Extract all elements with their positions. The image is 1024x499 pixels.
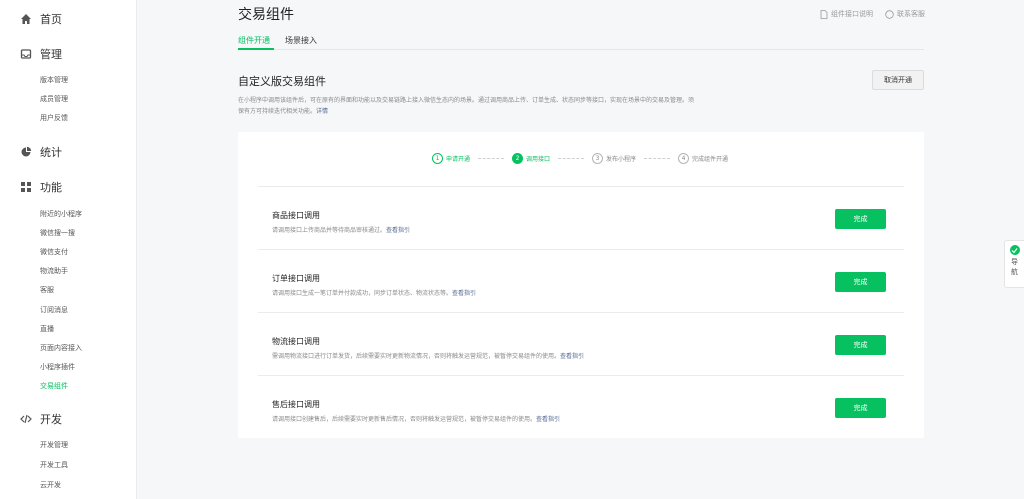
nav-dev-label: 开发 [40,413,62,426]
row-description-text: 请调用接口生成一笔订单并付款成功，同步订单状态、物流状态等。 [272,290,453,297]
section-description: 在小程序中调用该组件后，可在原有的界面和功能以及交易链路上接入微信生态内的场景。… [238,95,818,117]
nav-features-label: 功能 [40,181,62,194]
sidebar-item-content[interactable]: 页面内容接入 [40,343,82,353]
floating-nav-label: 导航 [1011,258,1018,276]
sidebar-item-logistics[interactable]: 物流助手 [40,266,68,276]
row-title: 售后接口调用 [272,400,320,409]
doc-link-label: 组件接口说明 [831,10,873,18]
complete-button[interactable]: 完成 [835,398,886,418]
nav-stats[interactable]: 统计 [20,143,62,161]
step-connector [558,157,585,159]
step-4-label: 完成组件开通 [692,155,729,163]
sidebar-item-members[interactable]: 成员管理 [40,94,68,104]
step-4-number: 4 [678,152,690,164]
row-title: 商品接口调用 [272,211,320,220]
step-2-number: 2 [512,152,524,164]
complete-button[interactable]: 完成 [835,272,886,292]
code-icon [20,413,32,425]
home-icon [20,13,32,25]
floating-nav[interactable]: 导航 [1004,240,1024,288]
sidebar-item-service[interactable]: 客服 [40,285,54,295]
step-connector [644,157,671,159]
doc-link[interactable]: 组件接口说明 [820,9,873,19]
task-row-product: 商品接口调用 请调用接口上传商品并等待商品审核通过。查看指引 完成 [258,186,904,249]
document-icon [820,9,828,19]
row-description-text: 需调用物流接口进行订单发货，后续需要实时更新物流情况，否则将触发运营规范，被暂停… [272,353,561,360]
grid-icon [20,181,32,193]
section-title: 自定义版交易组件 [238,75,326,88]
sidebar-item-search[interactable]: 微信搜一搜 [40,228,75,238]
nav-features[interactable]: 功能 [20,178,62,196]
sidebar-item-version[interactable]: 版本管理 [40,75,68,85]
description-text: 在小程序中调用该组件后，可在原有的界面和功能以及交易链路上接入微信生态内的场景。… [238,97,695,104]
inbox-icon [20,48,32,60]
row-description: 请调用接口创建售后，后续需要实时更新售后情况，否则将触发运营规范，被暂停交易组件… [272,414,560,423]
step-2: 2 调用接口 [512,152,551,164]
step-connector [478,157,505,159]
nav-home[interactable]: 首页 [20,10,62,28]
step-1-number: 1 [432,152,443,164]
steps-card: 1 申请开通 2 调用接口 3 发布小程序 4 完成组件开通 商品接口调用 请调… [238,132,924,438]
main-content: 交易组件 组件接口说明 联系客服 组件开通 场景接入 自定义版交易组件 取消开通… [137,0,1024,499]
sidebar-item-dev-manage[interactable]: 开发管理 [40,440,68,450]
complete-button[interactable]: 完成 [835,209,886,229]
task-row-order: 订单接口调用 请调用接口生成一笔订单并付款成功，同步订单状态、物流状态等。查看指… [258,249,904,312]
cancel-open-button[interactable]: 取消开通 [872,70,924,90]
tab-bar: 组件开通 场景接入 [238,32,924,50]
step-4: 4 完成组件开通 [678,152,729,164]
tab-open[interactable]: 组件开通 [238,35,270,46]
step-3-number: 3 [592,152,604,164]
sidebar-item-dev-tools[interactable]: 开发工具 [40,460,68,470]
contact-link[interactable]: 联系客服 [885,9,925,19]
step-1: 1 申请开通 [432,152,471,164]
active-tab-indicator [238,48,274,50]
nav-manage[interactable]: 管理 [20,45,62,63]
task-row-aftersale: 售后接口调用 请调用接口创建售后，后续需要实时更新售后情况，否则将触发运营规范，… [258,375,904,438]
tab-scene[interactable]: 场景接入 [285,35,317,46]
description-text-2: 保有方可持续迭代相关功能。 [238,108,317,115]
chat-icon [885,9,894,19]
step-2-label: 调用接口 [526,155,551,163]
progress-steps: 1 申请开通 2 调用接口 3 发布小程序 4 完成组件开通 [432,151,728,165]
row-description: 请调用接口上传商品并等待商品审核通过。查看指引 [272,225,410,234]
row-title: 物流接口调用 [272,337,320,346]
sidebar-item-trade[interactable]: 交易组件 [40,381,68,391]
complete-button[interactable]: 完成 [835,335,886,355]
sidebar-item-cloud[interactable]: 云开发 [40,480,61,490]
sidebar-item-nearby[interactable]: 附近的小程序 [40,209,82,219]
row-description: 需调用物流接口进行订单发货，后续需要实时更新物流情况，否则将触发运营规范，被暂停… [272,351,584,360]
contact-link-label: 联系客服 [897,10,925,18]
row-description-text: 请调用接口创建售后，后续需要实时更新售后情况，否则将触发运营规范，被暂停交易组件… [272,416,537,423]
task-row-logistics: 物流接口调用 需调用物流接口进行订单发货，后续需要实时更新物流情况，否则将触发运… [258,312,904,375]
page-title: 交易组件 [238,7,294,23]
nav-home-label: 首页 [40,13,62,26]
row-description-text: 请调用接口上传商品并等待商品审核通过。 [272,227,387,234]
check-icon [1009,245,1020,255]
guide-link[interactable]: 查看指引 [452,290,476,297]
sidebar-item-feedback[interactable]: 用户反馈 [40,113,68,123]
sidebar-item-pay[interactable]: 微信支付 [40,247,68,257]
guide-link[interactable]: 查看指引 [536,416,560,423]
row-description: 请调用接口生成一笔订单并付款成功，同步订单状态、物流状态等。查看指引 [272,288,476,297]
step-3: 3 发布小程序 [592,152,637,164]
step-3-label: 发布小程序 [606,155,637,163]
guide-link[interactable]: 查看指引 [560,353,584,360]
sidebar-item-subscribe[interactable]: 订阅消息 [40,305,68,315]
guide-link[interactable]: 查看指引 [386,227,410,234]
sidebar-item-plugin[interactable]: 小程序插件 [40,362,75,372]
nav-manage-label: 管理 [40,48,62,61]
pie-chart-icon [20,146,32,158]
sidebar: 首页 管理 版本管理 成员管理 用户反馈 统计 功能 附近的小程序 微信搜一搜 … [0,0,137,499]
nav-dev[interactable]: 开发 [20,410,62,428]
row-title: 订单接口调用 [272,274,320,283]
sidebar-item-live[interactable]: 直播 [40,324,54,334]
nav-stats-label: 统计 [40,146,62,159]
details-link[interactable]: 详情 [316,108,328,115]
step-1-label: 申请开通 [446,155,471,163]
